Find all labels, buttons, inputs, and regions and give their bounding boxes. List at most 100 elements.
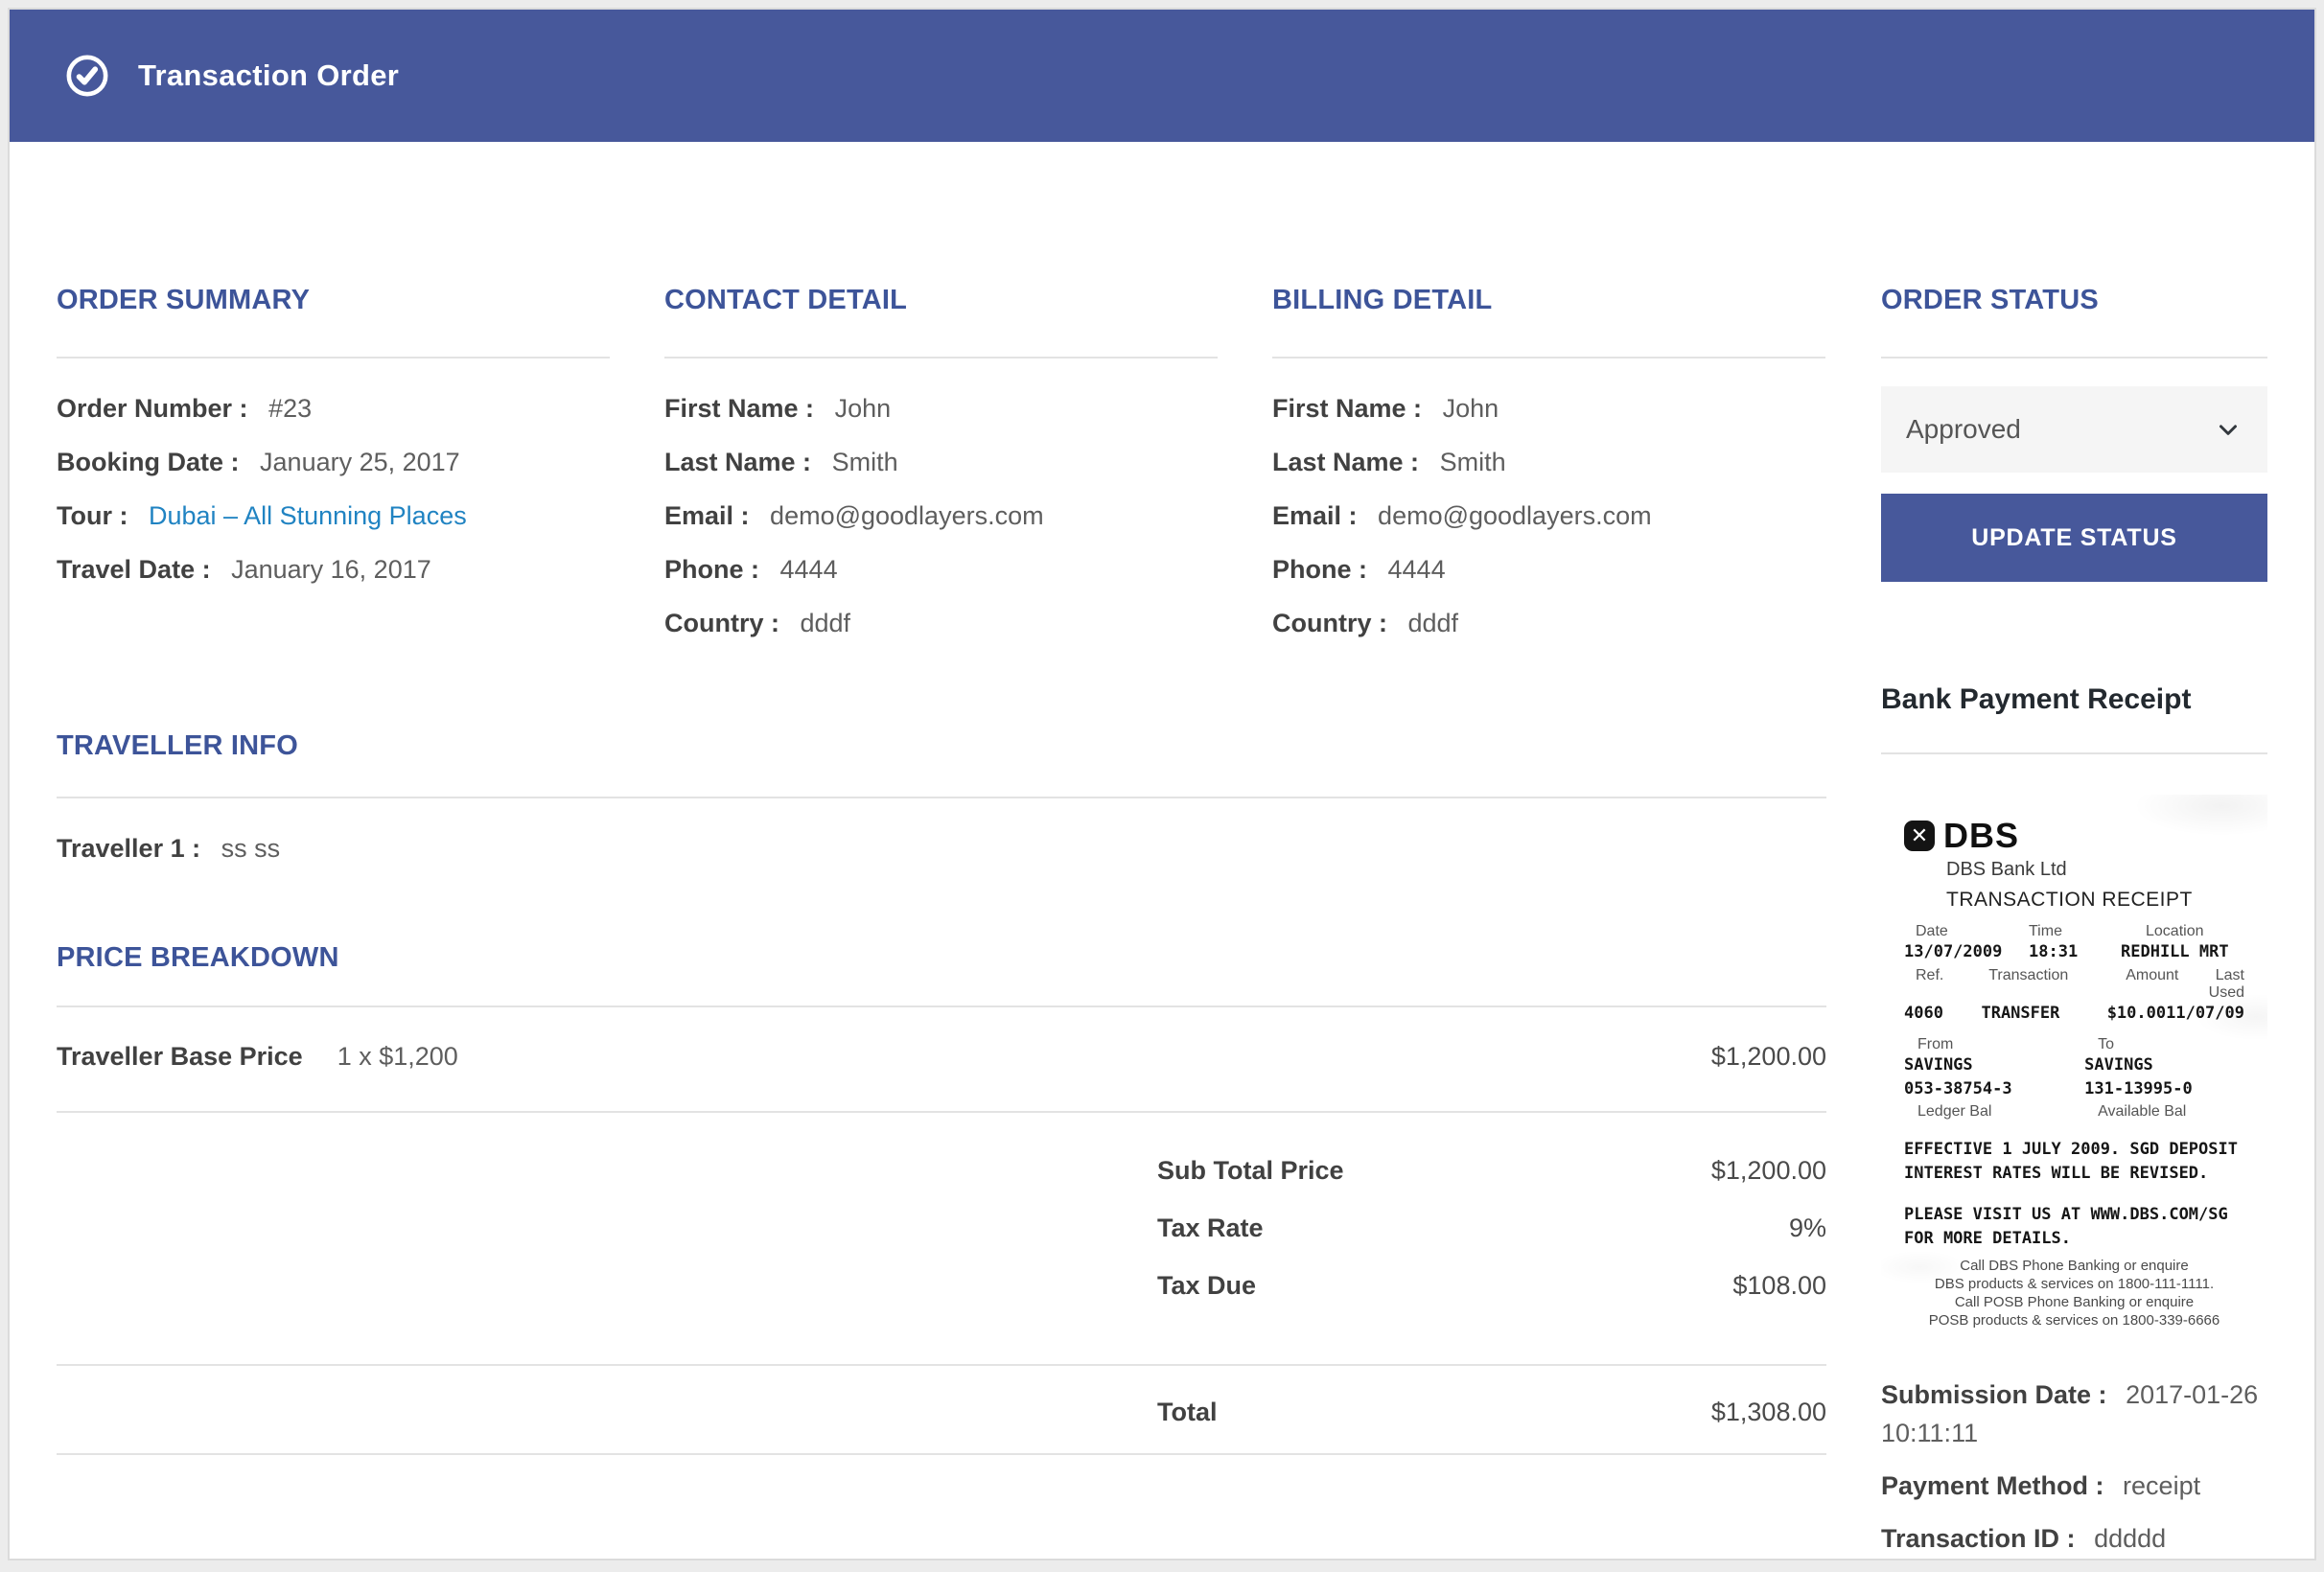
content-area: ORDER SUMMARY Order Number : #23 Booking… bbox=[10, 142, 2314, 1572]
billing-country-value: dddf bbox=[1408, 609, 1459, 637]
receipt-from-column: From SAVINGS 053-38754-3 Ledger Bal bbox=[1904, 1036, 2084, 1121]
receipt-header-values: 13/07/2009 18:31 REDHILL MRT bbox=[1904, 942, 2244, 961]
tour-link[interactable]: Dubai – All Stunning Places bbox=[149, 501, 467, 530]
dbs-logo-text: DBS bbox=[1943, 816, 2019, 856]
order-status-heading: ORDER STATUS bbox=[1881, 285, 2267, 316]
total-value: $1,308.00 bbox=[1711, 1396, 1826, 1428]
receipt-footer: Call DBS Phone Banking or enquire DBS pr… bbox=[1904, 1257, 2244, 1329]
billing-last-name-label: Last Name : bbox=[1272, 448, 1419, 476]
tax-due-label: Tax Due bbox=[1157, 1257, 1256, 1314]
receipt-bank-name: DBS Bank Ltd bbox=[1946, 859, 2244, 881]
receipt-ref-value: 4060 bbox=[1904, 1004, 1981, 1023]
contact-email-row: Email : demo@goodlayers.com bbox=[664, 489, 1218, 543]
order-status-select[interactable]: Approved bbox=[1881, 386, 2267, 473]
receipt-available-bal-label: Available Bal bbox=[2084, 1103, 2244, 1121]
receipt-header-labels: Date Time Location bbox=[1904, 923, 2244, 940]
top-detail-grid: ORDER SUMMARY Order Number : #23 Booking… bbox=[57, 285, 1826, 650]
tax-rate-label: Tax Rate bbox=[1157, 1199, 1264, 1257]
billing-email-value: demo@goodlayers.com bbox=[1378, 501, 1652, 530]
contact-last-name-label: Last Name : bbox=[664, 448, 811, 476]
receipt-ref-values: 4060 TRANSFER $10.00 11/07/09 bbox=[1904, 1004, 2244, 1023]
order-status-selected-value: Approved bbox=[1906, 414, 2021, 445]
receipt-to-account-number: 131-13995-0 bbox=[2084, 1077, 2244, 1101]
booking-date-row: Booking Date : January 25, 2017 bbox=[57, 435, 610, 489]
billing-phone-row: Phone : 4444 bbox=[1272, 543, 1825, 596]
receipt-transaction-value: TRANSFER bbox=[1981, 1004, 2106, 1023]
receipt-to-account-type: SAVINGS bbox=[2084, 1053, 2244, 1077]
traveller-label: Traveller 1 : bbox=[57, 834, 200, 863]
divider bbox=[1272, 357, 1825, 358]
contact-country-label: Country : bbox=[664, 609, 779, 637]
contact-country-row: Country : dddf bbox=[664, 596, 1218, 650]
order-summary-rows: Order Number : #23 Booking Date : Januar… bbox=[57, 381, 610, 596]
bank-payment-receipt-heading: Bank Payment Receipt bbox=[1881, 683, 2267, 716]
tax-rate-row: Tax Rate 9% bbox=[57, 1199, 1826, 1257]
receipt-amount-value: $10.00 bbox=[2107, 1004, 2166, 1023]
price-summary-block: Sub Total Price $1,200.00 Tax Rate 9% Ta… bbox=[57, 1113, 1826, 1366]
order-summary-heading: ORDER SUMMARY bbox=[57, 285, 610, 316]
sidebar-column: ORDER STATUS Approved UPDATE STATUS Bank… bbox=[1881, 285, 2267, 1572]
traveller-info-heading: TRAVELLER INFO bbox=[57, 730, 1826, 762]
payment-method-row: Payment Method : receipt bbox=[1881, 1467, 2267, 1505]
billing-last-name-row: Last Name : Smith bbox=[1272, 435, 1825, 489]
receipt-notice-2: PLEASE VISIT US AT WWW.DBS.COM/SG FOR MO… bbox=[1904, 1203, 2244, 1251]
tax-rate-value: 9% bbox=[1789, 1199, 1826, 1257]
contact-first-name-value: John bbox=[835, 394, 892, 423]
billing-detail-rows: First Name : John Last Name : Smith Emai… bbox=[1272, 381, 1825, 650]
transaction-id-label: Transaction ID : bbox=[1881, 1524, 2076, 1553]
contact-phone-label: Phone : bbox=[664, 555, 759, 584]
order-status-section: ORDER STATUS Approved UPDATE STATUS bbox=[1881, 285, 2267, 582]
receipt-from-account-type: SAVINGS bbox=[1904, 1053, 2084, 1077]
line-item-detail: 1 x $1,200 bbox=[337, 1040, 458, 1073]
line-item-label: Traveller Base Price bbox=[57, 1040, 303, 1073]
contact-detail-heading: CONTACT DETAIL bbox=[664, 285, 1218, 316]
tour-label: Tour : bbox=[57, 501, 128, 530]
line-item-amount: $1,200.00 bbox=[1711, 1040, 1826, 1073]
receipt-location-value: REDHILL MRT bbox=[2121, 942, 2244, 961]
contact-detail-rows: First Name : John Last Name : Smith Emai… bbox=[664, 381, 1218, 650]
receipt-last-used-label: Last Used bbox=[2178, 967, 2244, 1002]
contact-phone-value: 4444 bbox=[780, 555, 838, 584]
receipt-footer-line-3: Call POSB Phone Banking or enquire bbox=[1904, 1293, 2244, 1311]
contact-detail-section: CONTACT DETAIL First Name : John Last Na… bbox=[664, 285, 1218, 650]
contact-first-name-row: First Name : John bbox=[664, 381, 1218, 435]
receipt-location-label: Location bbox=[2121, 923, 2244, 940]
billing-email-row: Email : demo@goodlayers.com bbox=[1272, 489, 1825, 543]
check-circle-icon bbox=[65, 54, 109, 98]
receipt-time-label: Time bbox=[2029, 923, 2121, 940]
billing-first-name-value: John bbox=[1443, 394, 1499, 423]
dbs-logo-mark-icon: ✕ bbox=[1904, 821, 1935, 851]
receipt-ref-label: Ref. bbox=[1904, 967, 1988, 1002]
main-column: ORDER SUMMARY Order Number : #23 Booking… bbox=[57, 285, 1826, 1572]
page-card: Transaction Order ORDER SUMMARY Order Nu… bbox=[8, 8, 2316, 1560]
receipt-notice-1: EFFECTIVE 1 JULY 2009. SGD DEPOSIT INTER… bbox=[1904, 1138, 2244, 1186]
receipt-footer-line-1: Call DBS Phone Banking or enquire bbox=[1904, 1257, 2244, 1275]
billing-detail-section: BILLING DETAIL First Name : John Last Na… bbox=[1272, 285, 1825, 650]
payment-method-label: Payment Method : bbox=[1881, 1471, 2104, 1500]
price-breakdown-section: PRICE BREAKDOWN Traveller Base Price 1 x… bbox=[57, 942, 1826, 1455]
contact-country-value: dddf bbox=[801, 609, 851, 637]
billing-last-name-value: Smith bbox=[1440, 448, 1506, 476]
payment-detail-rows: Submission Date : 2017-01-26 10:11:11 Pa… bbox=[1881, 1376, 2267, 1558]
dbs-logo: ✕ DBS bbox=[1904, 816, 2244, 856]
price-breakdown-heading: PRICE BREAKDOWN bbox=[57, 942, 1826, 974]
transaction-id-value: ddddd bbox=[2094, 1524, 2166, 1553]
total-row: Total $1,308.00 bbox=[57, 1366, 1826, 1455]
divider bbox=[1881, 752, 2267, 754]
billing-detail-heading: BILLING DETAIL bbox=[1272, 285, 1825, 316]
receipt-ledger-bal-label: Ledger Bal bbox=[1904, 1103, 2084, 1121]
traveller-value: ss ss bbox=[221, 834, 281, 863]
billing-first-name-label: First Name : bbox=[1272, 394, 1422, 423]
receipt-from-label: From bbox=[1904, 1036, 2084, 1053]
booking-date-label: Booking Date : bbox=[57, 448, 240, 476]
receipt-from-account-number: 053-38754-3 bbox=[1904, 1077, 2084, 1101]
receipt-title: TRANSACTION RECEIPT bbox=[1946, 889, 2244, 912]
order-number-row: Order Number : #23 bbox=[57, 381, 610, 435]
receipt-footer-line-2: DBS products & services on 1800-111-1111… bbox=[1904, 1275, 2244, 1293]
travel-date-row: Travel Date : January 16, 2017 bbox=[57, 543, 610, 596]
receipt-transaction-label: Transaction bbox=[1988, 967, 2126, 1002]
billing-first-name-row: First Name : John bbox=[1272, 381, 1825, 435]
divider bbox=[1881, 357, 2267, 358]
update-status-button[interactable]: UPDATE STATUS bbox=[1881, 494, 2267, 582]
contact-last-name-row: Last Name : Smith bbox=[664, 435, 1218, 489]
